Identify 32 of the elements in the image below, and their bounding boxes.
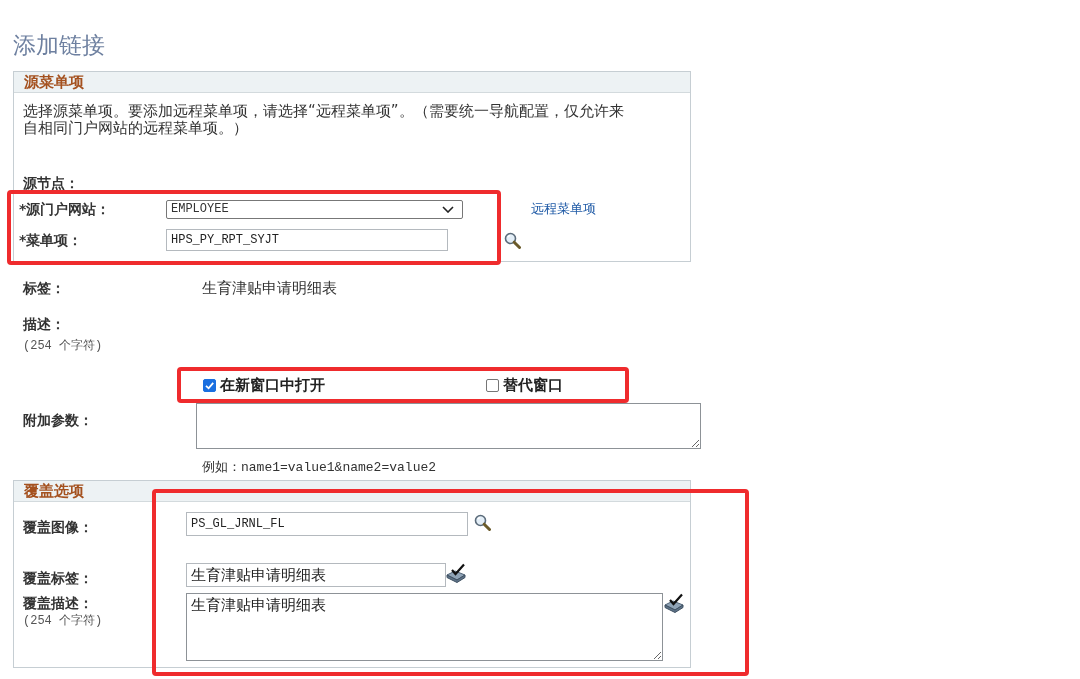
book-checkmark-icon[interactable] — [446, 563, 466, 583]
book-checkmark-icon[interactable] — [664, 593, 684, 613]
search-icon[interactable] — [504, 231, 521, 249]
section-header: 源菜单项 — [14, 72, 690, 93]
text-field[interactable]: 生育津贴申请明细表 — [186, 563, 446, 587]
field-label: *菜单项： — [19, 231, 84, 249]
checkbox[interactable] — [203, 378, 216, 392]
checkbox-label[interactable]: 在新窗口中打开 — [220, 375, 325, 395]
text-field[interactable]: HPS_PY_RPT_SYJT — [166, 229, 448, 251]
page-title: 添加链接 — [13, 32, 106, 58]
checkbox[interactable] — [486, 378, 499, 392]
label-value: 生育津贴申请明细表 — [202, 278, 337, 298]
field-label: 覆盖图像： — [23, 517, 94, 536]
field-label: 附加参数： — [23, 411, 94, 429]
text-area[interactable] — [196, 403, 701, 449]
field-label: 覆盖描述： — [23, 594, 94, 612]
example-hint: 例如：name1=value1&name2=value2 — [202, 460, 438, 476]
field-label: 覆盖标签： — [23, 568, 94, 587]
field-label: 源节点： — [23, 174, 80, 192]
instruction-text: 选择源菜单项。要添加远程菜单项，请选择“远程菜单项”。（需要统一导航配置，仅允许来自相同门户网站的远程菜单项。） — [23, 103, 625, 137]
field-label: *源门户网站： — [19, 200, 112, 218]
dropdown-select[interactable]: EMPLOYEE — [166, 199, 463, 219]
text-field[interactable]: PS_GL_JRNL_FL — [186, 512, 468, 536]
char-limit-hint: (254 个字符) — [23, 338, 104, 354]
chevron-down-icon — [442, 205, 454, 213]
remote-menu-link[interactable]: 远程菜单项 — [531, 200, 596, 218]
char-limit-hint: (254 个字符) — [23, 613, 104, 629]
text-area[interactable]: 生育津贴申请明细表 — [186, 593, 663, 661]
field-label: 描述： — [23, 315, 66, 334]
field-label: 标签： — [23, 279, 66, 297]
search-icon[interactable] — [474, 513, 491, 531]
checkbox-label[interactable]: 替代窗口 — [503, 375, 563, 395]
